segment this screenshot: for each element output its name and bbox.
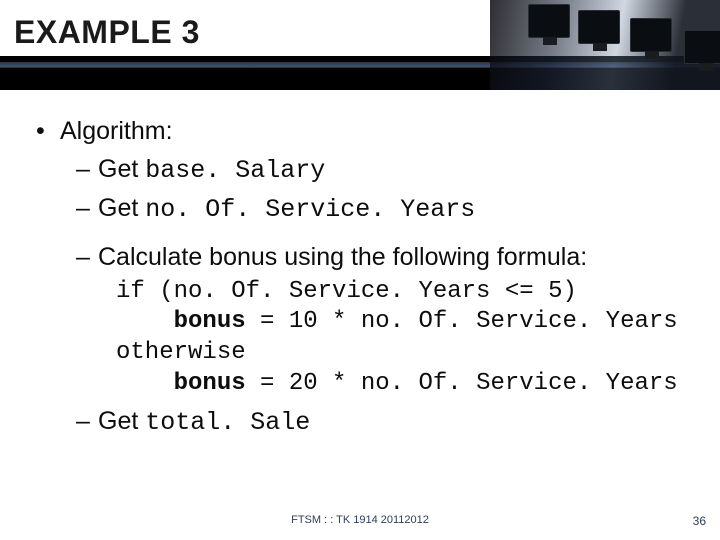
- code-totalsale: total. Sale: [145, 408, 310, 437]
- code-line-1: if (no. Of. Service. Years <= 5): [116, 278, 577, 305]
- sub-get-basesalary: – Get base. Salary: [76, 153, 690, 188]
- dash-icon: –: [76, 192, 98, 227]
- code-serviceyears: no. Of. Service. Years: [145, 195, 475, 224]
- code-bonus-kw: bonus: [174, 370, 246, 397]
- page-number: 36: [693, 514, 706, 528]
- sub-calculate: – Calculate bonus using the following fo…: [76, 241, 690, 275]
- bullet-algorithm-label: Algorithm:: [60, 116, 173, 147]
- sub-bullets: – Get base. Salary – Get no. Of. Service…: [76, 153, 690, 440]
- bullet-algorithm: • Algorithm:: [36, 116, 690, 147]
- content-area: • Algorithm: – Get base. Salary – Get no…: [36, 116, 690, 440]
- footer-text: FTSM : : TK 1914 20112012: [291, 514, 429, 526]
- code-line-3: otherwise: [116, 339, 246, 366]
- code-bonus-kw: bonus: [174, 308, 246, 335]
- title-bar: EXAMPLE 3: [0, 0, 720, 90]
- bullet-dot-icon: •: [36, 116, 60, 147]
- pseudocode-block: if (no. Of. Service. Years <= 5) bonus =…: [116, 277, 690, 400]
- dash-icon: –: [76, 405, 98, 440]
- calculate-text: Calculate bonus using the following form…: [98, 241, 587, 275]
- get-prefix: Get: [98, 194, 145, 222]
- code-line-4: = 20 * no. Of. Service. Years: [246, 370, 678, 397]
- code-basesalary: base. Salary: [145, 156, 325, 185]
- sub-get-serviceyears: – Get no. Of. Service. Years: [76, 192, 690, 227]
- dash-icon: –: [76, 153, 98, 188]
- get-prefix: Get: [98, 407, 145, 435]
- get-prefix: Get: [98, 155, 145, 183]
- header-photo: [490, 0, 720, 90]
- slide-title: EXAMPLE 3: [14, 14, 200, 51]
- sub-get-totalsale: – Get total. Sale: [76, 405, 690, 440]
- code-line-2: = 10 * no. Of. Service. Years: [246, 308, 678, 335]
- dash-icon: –: [76, 241, 98, 275]
